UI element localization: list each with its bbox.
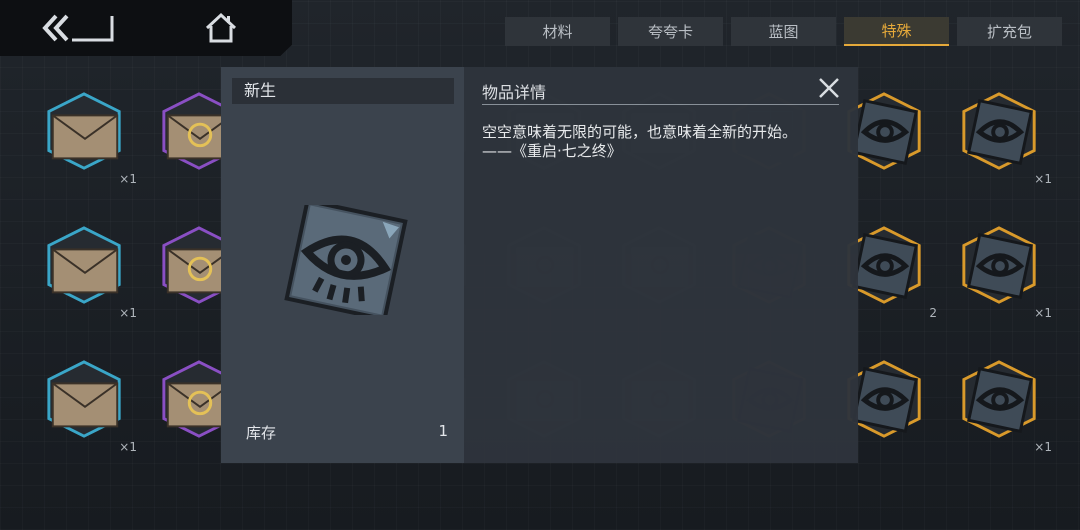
- inventory-slot[interactable]: ×1: [950, 84, 1052, 186]
- close-icon: [819, 78, 839, 98]
- item-detail-panel: 物品详情 空空意味着无限的可能，也意味着全新的开始。 ——《重启·七之终》: [464, 67, 858, 463]
- slot-count: ×1: [1034, 440, 1052, 454]
- item-preview-panel: 新生 库存 1: [221, 67, 464, 463]
- tab-expansion-pack[interactable]: 扩充包: [957, 17, 1062, 46]
- inventory-slot[interactable]: ×1: [35, 84, 137, 186]
- slot-count: ×1: [119, 172, 137, 186]
- item-hex-icon: [47, 226, 121, 304]
- item-hex-icon: [47, 92, 121, 170]
- item-hex-icon: [962, 92, 1036, 170]
- inventory-slot[interactable]: ×1: [35, 218, 137, 320]
- inventory-slot[interactable]: ×1: [35, 352, 137, 454]
- slot-count: ×1: [1034, 306, 1052, 320]
- home-icon: [205, 12, 237, 43]
- top-nav-bar: [0, 0, 292, 56]
- inventory-slot[interactable]: ×1: [950, 352, 1052, 454]
- slot-count: ×1: [1034, 172, 1052, 186]
- back-icon: [42, 14, 114, 42]
- slot-count: ×1: [119, 306, 137, 320]
- slot-count: ×1: [119, 440, 137, 454]
- tab-blueprints[interactable]: 蓝图: [731, 17, 836, 46]
- item-hex-icon: [47, 360, 121, 438]
- tab-praise-cards[interactable]: 夸夸卡: [618, 17, 723, 46]
- tab-materials[interactable]: 材料: [505, 17, 610, 46]
- stock-label: 库存: [246, 424, 277, 442]
- slot-count: 2: [929, 306, 937, 320]
- close-button[interactable]: [818, 77, 840, 99]
- item-hex-icon: [962, 360, 1036, 438]
- item-description: 空空意味着无限的可能，也意味着全新的开始。 ——《重启·七之终》: [482, 123, 798, 160]
- back-button[interactable]: [42, 12, 116, 44]
- detail-title: 物品详情: [482, 83, 547, 102]
- category-tabs: 材料 夸夸卡 蓝图 特殊 扩充包: [505, 17, 1062, 46]
- home-button[interactable]: [203, 12, 239, 44]
- detail-divider: [482, 104, 839, 105]
- stock-value: 1: [438, 422, 448, 440]
- inventory-slot[interactable]: ×1: [950, 218, 1052, 320]
- tab-special[interactable]: 特殊: [844, 17, 949, 46]
- item-name: 新生: [232, 78, 454, 104]
- item-hex-icon: [962, 226, 1036, 304]
- item-art-eye-icon: [284, 205, 408, 315]
